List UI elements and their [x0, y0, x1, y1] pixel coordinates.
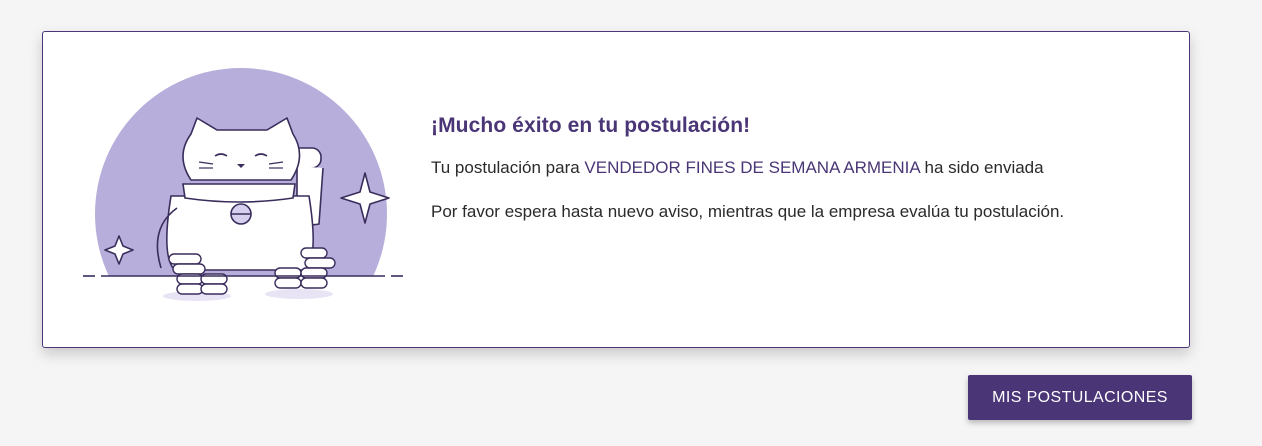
sent-suffix: ha sido enviada — [919, 158, 1044, 177]
lucky-cat-illustration — [79, 68, 409, 360]
job-title: VENDEDOR FINES DE SEMANA ARMENIA — [584, 158, 920, 177]
application-sent-text: Tu postulación para VENDEDOR FINES DE SE… — [431, 154, 1151, 182]
sent-prefix: Tu postulación para — [431, 158, 585, 177]
wait-notice: Por favor espera hasta nuevo aviso, mien… — [431, 202, 1065, 221]
my-applications-button[interactable]: MIS POSTULACIONES — [968, 375, 1192, 420]
success-card: ¡Mucho éxito en tu postulación! Tu postu… — [42, 31, 1190, 360]
success-title: ¡Mucho éxito en tu postulación! — [431, 114, 751, 137]
success-message: ¡Mucho éxito en tu postulación! Tu postu… — [431, 114, 1151, 226]
